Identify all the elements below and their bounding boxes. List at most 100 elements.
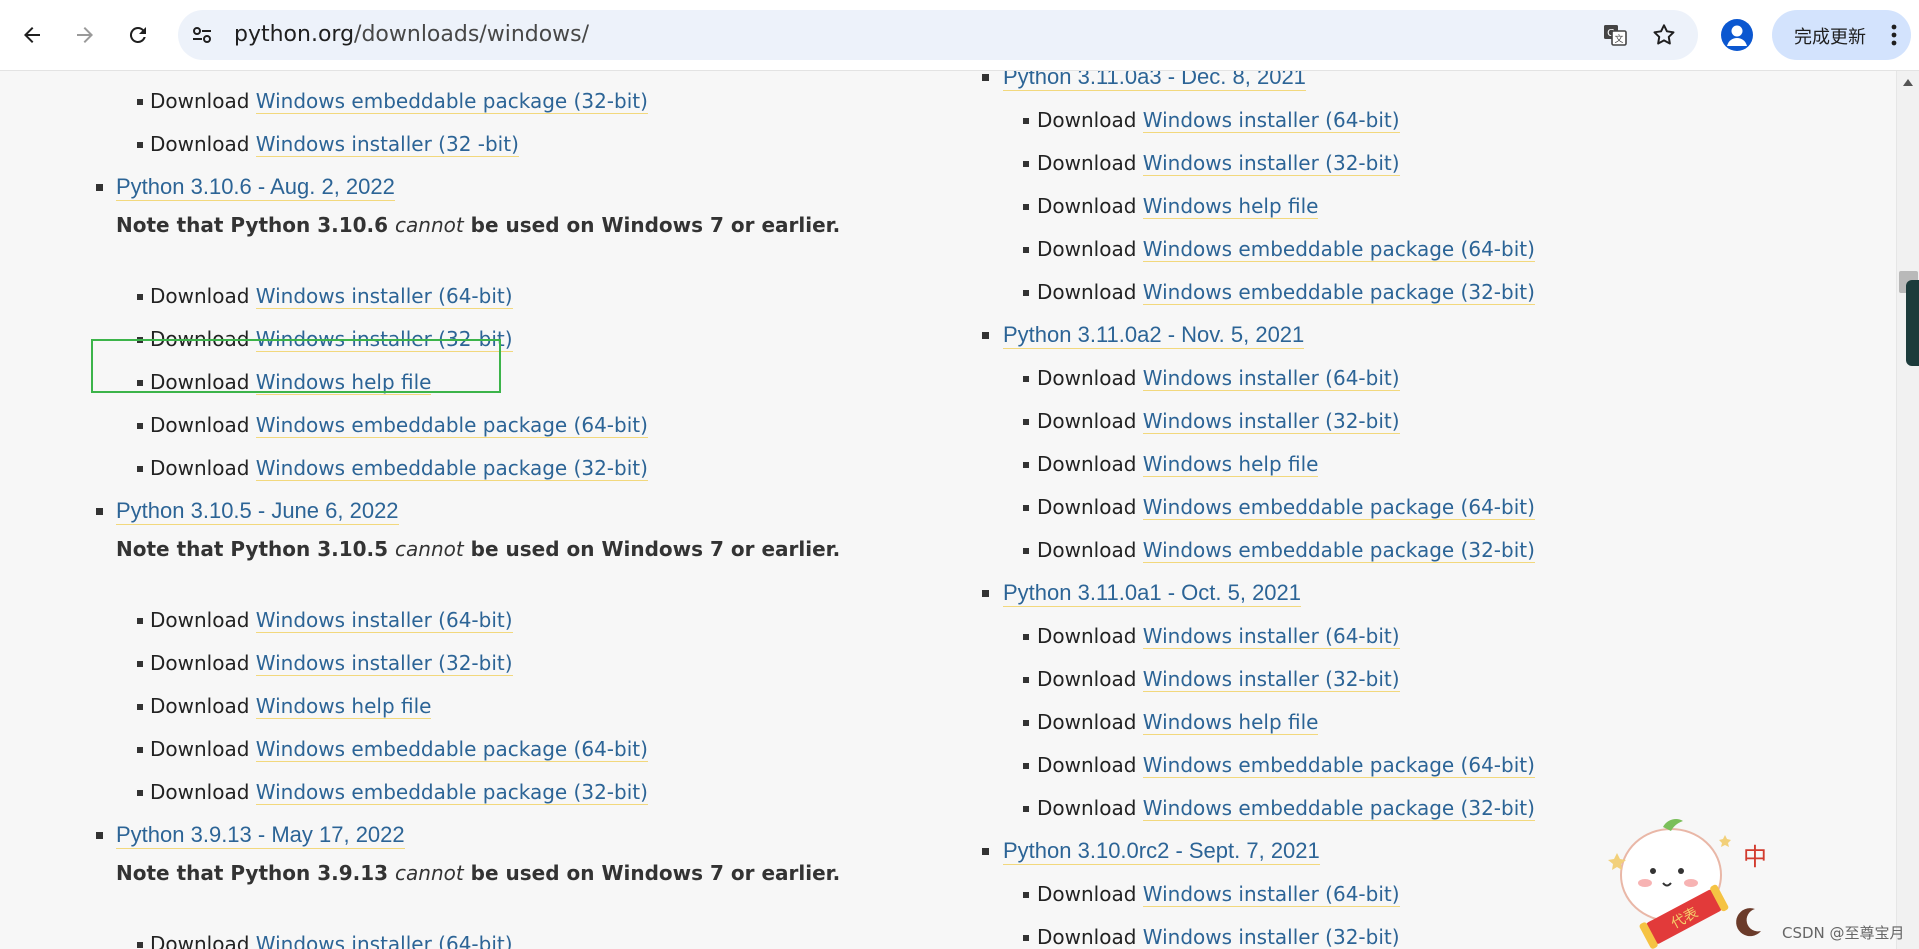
download-link[interactable]: Windows embeddable package (64-bit): [1142, 237, 1535, 262]
list-bullet: [137, 466, 143, 472]
svg-text:文: 文: [1614, 33, 1623, 45]
download-link[interactable]: Windows installer (32-bit): [1142, 925, 1400, 949]
back-button[interactable]: [14, 17, 50, 53]
release-bullet: [96, 184, 103, 191]
download-link[interactable]: Windows embeddable package (32-bit): [1142, 796, 1535, 821]
download-item: Download Windows embeddable package (64-…: [1037, 752, 1535, 778]
release-link[interactable]: Python 3.11.0a2 - Nov. 5, 2021: [1003, 322, 1305, 349]
download-item: Download Windows installer (32-bit): [1037, 408, 1400, 434]
download-prefix: Download: [1037, 495, 1143, 519]
download-item: Download Windows embeddable package (32-…: [1037, 537, 1535, 563]
download-prefix: Download: [150, 413, 256, 437]
download-link[interactable]: Windows embeddable package (64-bit): [1142, 753, 1535, 778]
download-prefix: Download: [1037, 108, 1143, 132]
scroll-up-arrow-icon[interactable]: [1903, 79, 1913, 86]
download-link[interactable]: Windows embeddable package (64-bit): [255, 413, 648, 438]
download-link[interactable]: Windows installer (32 -bit): [255, 132, 519, 157]
download-link[interactable]: Windows help file: [1142, 710, 1319, 735]
url-text[interactable]: python.org/downloads/windows/: [234, 22, 589, 47]
list-bullet: [1023, 763, 1029, 769]
download-link[interactable]: Windows embeddable package (32-bit): [255, 780, 648, 805]
download-prefix: Download: [150, 608, 256, 632]
update-button[interactable]: 完成更新: [1772, 10, 1911, 60]
download-link[interactable]: Windows installer (64-bit): [1142, 366, 1400, 391]
highlight-box: [91, 339, 501, 393]
reload-button[interactable]: [120, 17, 156, 53]
download-link[interactable]: Windows installer (64-bit): [1142, 108, 1400, 133]
address-bar[interactable]: python.org/downloads/windows/ G 文: [178, 10, 1698, 60]
release-link[interactable]: Python 3.11.0a1 - Oct. 5, 2021: [1003, 580, 1302, 607]
download-prefix: Download: [1037, 667, 1143, 691]
download-item: Download Windows embeddable package (32-…: [1037, 795, 1535, 821]
download-item: Download Windows installer (64-bit): [150, 931, 513, 949]
download-link[interactable]: Windows help file: [1142, 452, 1319, 477]
download-item: Download Windows embeddable package (64-…: [150, 736, 648, 762]
page-scrollbar[interactable]: [1896, 71, 1919, 949]
download-link[interactable]: Windows embeddable package (32-bit): [1142, 280, 1535, 305]
release-bullet: [982, 590, 989, 597]
download-link[interactable]: Windows installer (64-bit): [255, 284, 513, 309]
download-link[interactable]: Windows installer (32-bit): [255, 651, 513, 676]
download-link[interactable]: Windows help file: [1142, 194, 1319, 219]
release-link[interactable]: Python 3.10.6 - Aug. 2, 2022: [116, 174, 395, 201]
download-prefix: Download: [1037, 882, 1143, 906]
side-panel-handle[interactable]: [1906, 280, 1919, 366]
bookmark-star-icon[interactable]: [1651, 22, 1677, 48]
download-item: Download Windows help file: [150, 693, 432, 719]
url-host: python.org: [234, 22, 355, 47]
download-link[interactable]: Windows installer (64-bit): [1142, 882, 1400, 907]
more-vert-icon[interactable]: [1891, 23, 1897, 47]
download-prefix: Download: [1037, 452, 1143, 476]
site-settings-icon[interactable]: [190, 23, 214, 47]
list-bullet: [1023, 634, 1029, 640]
release-bullet: [982, 74, 989, 81]
download-link[interactable]: Windows embeddable package (64-bit): [1142, 495, 1535, 520]
release-link[interactable]: Python 3.11.0a3 - Dec. 8, 2021: [1003, 71, 1306, 91]
release-link[interactable]: Python 3.10.0rc2 - Sept. 7, 2021: [1003, 838, 1320, 865]
list-bullet: [1023, 806, 1029, 812]
download-link[interactable]: Windows embeddable package (64-bit): [255, 737, 648, 762]
download-link[interactable]: Windows installer (32-bit): [1142, 667, 1400, 692]
translate-icon[interactable]: G 文: [1602, 22, 1628, 48]
download-link[interactable]: Windows installer (64-bit): [255, 932, 513, 949]
list-bullet: [137, 423, 143, 429]
download-prefix: Download: [1037, 366, 1143, 390]
download-link[interactable]: Windows installer (32-bit): [1142, 409, 1400, 434]
download-prefix: Download: [150, 456, 256, 480]
download-item: Download Windows installer (32-bit): [1037, 924, 1400, 949]
profile-avatar[interactable]: [1721, 19, 1753, 51]
download-item: Download Windows embeddable package (32-…: [150, 779, 648, 805]
download-link[interactable]: Windows embeddable package (32-bit): [255, 89, 648, 114]
forward-button[interactable]: [67, 17, 103, 53]
download-prefix: Download: [150, 284, 256, 308]
download-item: Download Windows installer (32-bit): [1037, 150, 1400, 176]
download-link[interactable]: Windows embeddable package (32-bit): [1142, 538, 1535, 563]
update-button-label: 完成更新: [1794, 27, 1866, 48]
download-item: Download Windows help file: [1037, 451, 1319, 477]
download-link[interactable]: Windows help file: [255, 694, 432, 719]
list-bullet: [1023, 118, 1029, 124]
list-bullet: [137, 142, 143, 148]
download-prefix: Download: [150, 132, 256, 156]
arrow-left-icon: [24, 27, 40, 43]
download-item: Download Windows installer (32-bit): [150, 650, 513, 676]
url-path: /downloads/windows/: [354, 22, 590, 47]
download-prefix: Download: [1037, 796, 1143, 820]
list-bullet: [1023, 892, 1029, 898]
download-link[interactable]: Windows installer (32-bit): [1142, 151, 1400, 176]
list-bullet: [137, 294, 143, 300]
download-item: Download Windows embeddable package (64-…: [1037, 236, 1535, 262]
download-prefix: Download: [150, 651, 256, 675]
release-link[interactable]: Python 3.9.13 - May 17, 2022: [116, 822, 405, 849]
download-link[interactable]: Windows embeddable package (32-bit): [255, 456, 648, 481]
list-bullet: [1023, 548, 1029, 554]
download-item: Download Windows installer (32-bit): [1037, 666, 1400, 692]
download-prefix: Download: [150, 780, 256, 804]
download-link[interactable]: Windows installer (64-bit): [1142, 624, 1400, 649]
list-bullet: [1023, 505, 1029, 511]
release-link[interactable]: Python 3.10.5 - June 6, 2022: [116, 498, 399, 525]
sticker-badge: 中: [1743, 843, 1767, 871]
download-link[interactable]: Windows installer (64-bit): [255, 608, 513, 633]
release-bullet: [982, 332, 989, 339]
person-icon: [1727, 25, 1747, 46]
